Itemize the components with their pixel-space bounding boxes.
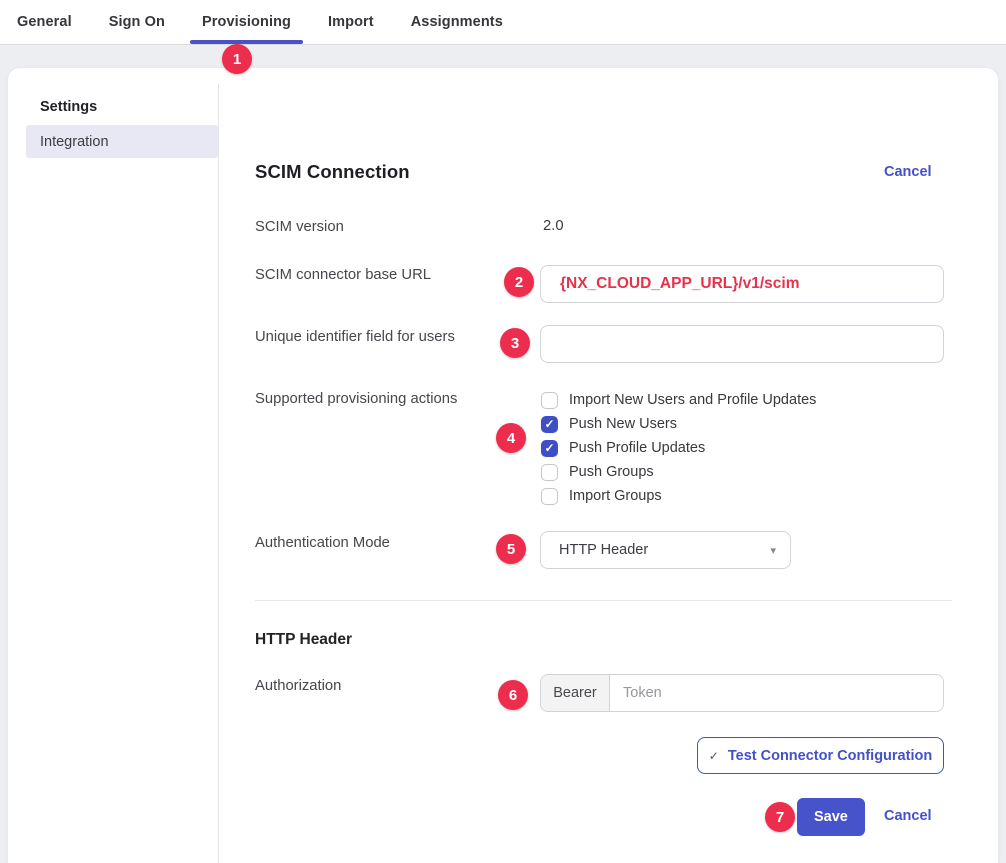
- http-header-section-title: HTTP Header: [255, 631, 352, 649]
- tab-general[interactable]: General: [17, 0, 72, 44]
- check-icon: ✓: [709, 749, 719, 763]
- checkbox-label: Push Profile Updates: [569, 440, 705, 456]
- tab-assignments[interactable]: Assignments: [411, 0, 503, 44]
- provisioning-actions-label: Supported provisioning actions: [255, 390, 457, 408]
- sidebar-item-label: Integration: [40, 134, 109, 150]
- base-url-input[interactable]: [540, 265, 944, 303]
- step-badge-1: 1: [222, 44, 252, 74]
- checkbox-push-profile-updates[interactable]: [541, 440, 558, 457]
- base-url-label: SCIM connector base URL: [255, 266, 431, 284]
- sidebar-divider: [218, 84, 219, 863]
- scim-version-value: 2.0: [543, 218, 564, 234]
- checkbox-row: Import New Users and Profile Updates: [540, 388, 816, 412]
- provisioning-actions-list: Import New Users and Profile Updates Pus…: [540, 388, 816, 508]
- checkbox-import-new-users[interactable]: [541, 392, 558, 409]
- checkbox-label: Push New Users: [569, 416, 677, 432]
- page-title: SCIM Connection: [255, 161, 410, 183]
- sidebar-header-settings: Settings: [40, 99, 97, 115]
- section-divider: [255, 600, 952, 601]
- chevron-down-icon: ▾: [770, 544, 776, 557]
- tab-sign-on[interactable]: Sign On: [109, 0, 165, 44]
- bearer-prefix: Bearer: [541, 675, 610, 711]
- checkbox-row: Push Groups: [540, 460, 816, 484]
- checkbox-label: Push Groups: [569, 464, 654, 480]
- authorization-input-group: Bearer: [540, 674, 944, 712]
- tab-provisioning[interactable]: Provisioning: [202, 0, 291, 44]
- checkbox-push-groups[interactable]: [541, 464, 558, 481]
- checkbox-import-groups[interactable]: [541, 488, 558, 505]
- step-badge-6: 6: [498, 680, 528, 710]
- auth-mode-selected-value: HTTP Header: [559, 542, 648, 558]
- checkbox-row: Import Groups: [540, 484, 816, 508]
- authorization-label: Authorization: [255, 677, 341, 695]
- cancel-link-bottom[interactable]: Cancel: [884, 808, 932, 824]
- scim-version-label: SCIM version: [255, 218, 344, 236]
- checkbox-push-new-users[interactable]: [541, 416, 558, 433]
- checkbox-label: Import New Users and Profile Updates: [569, 392, 816, 408]
- step-badge-7: 7: [765, 802, 795, 832]
- checkbox-row: Push Profile Updates: [540, 436, 816, 460]
- auth-mode-select[interactable]: HTTP Header ▾: [540, 531, 791, 569]
- test-connector-button-label: Test Connector Configuration: [728, 748, 932, 764]
- sidebar-item-integration[interactable]: Integration: [26, 125, 218, 158]
- unique-id-input[interactable]: [540, 325, 944, 363]
- unique-id-label: Unique identifier field for users: [255, 328, 455, 346]
- token-input[interactable]: [610, 675, 943, 711]
- step-badge-5: 5: [496, 534, 526, 564]
- app-tabbar: General Sign On Provisioning Import Assi…: [0, 0, 1006, 45]
- save-button[interactable]: Save: [797, 798, 865, 836]
- checkbox-row: Push New Users: [540, 412, 816, 436]
- auth-mode-label: Authentication Mode: [255, 534, 390, 552]
- cancel-link-top[interactable]: Cancel: [884, 164, 932, 180]
- page: General Sign On Provisioning Import Assi…: [0, 0, 1006, 863]
- test-connector-button[interactable]: ✓ Test Connector Configuration: [697, 737, 944, 774]
- content-card: Settings Integration SCIM Connection Can…: [8, 68, 998, 863]
- step-badge-4: 4: [496, 423, 526, 453]
- step-badge-2: 2: [504, 267, 534, 297]
- tab-import[interactable]: Import: [328, 0, 374, 44]
- step-badge-3: 3: [500, 328, 530, 358]
- checkbox-label: Import Groups: [569, 488, 662, 504]
